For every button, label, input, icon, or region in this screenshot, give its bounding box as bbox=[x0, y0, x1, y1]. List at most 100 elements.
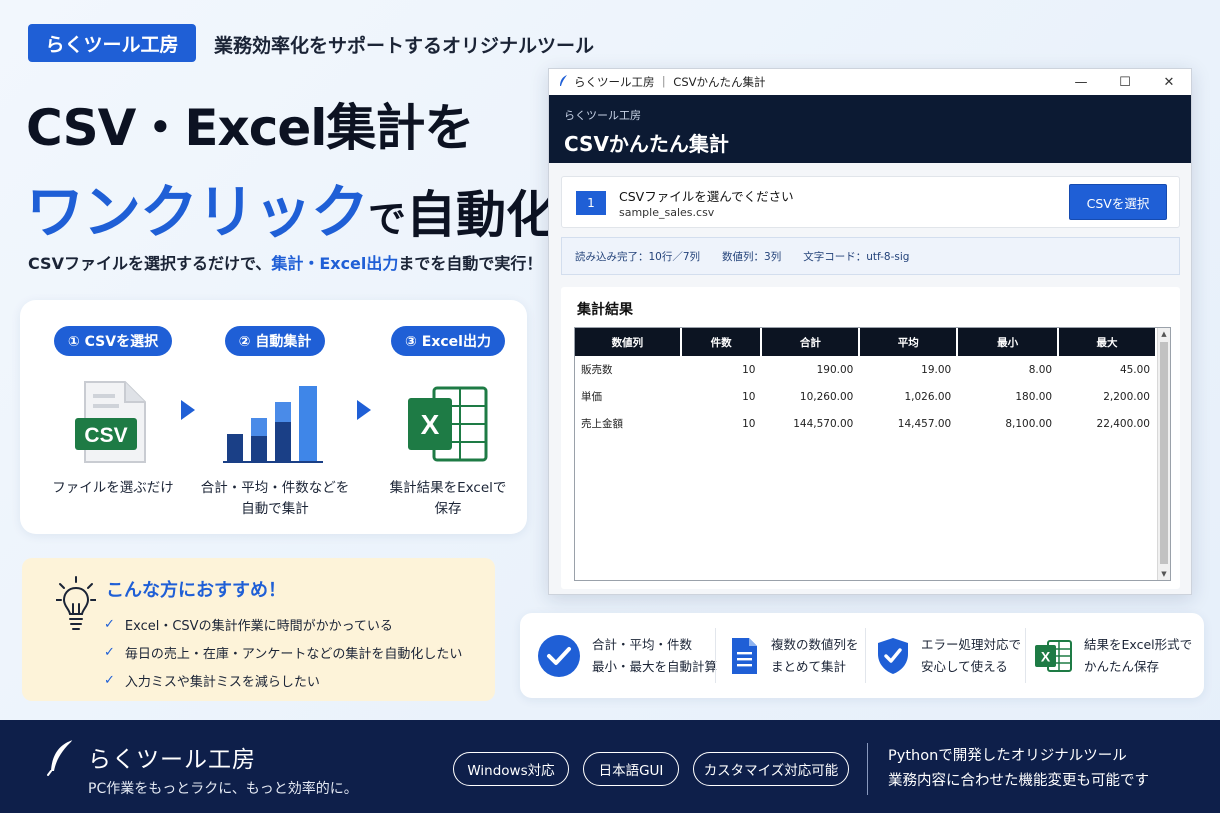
check-icon: ✓ bbox=[104, 672, 115, 688]
recommend-list: ✓ Excel・CSVの集計作業に時間がかかっている ✓ 毎日の売上・在庫・アンケー… bbox=[104, 610, 462, 694]
feature-error-handling: エラー処理対応で 安心して使える bbox=[877, 613, 1021, 698]
table-cell: 8.00 bbox=[1028, 363, 1053, 376]
table-cell: 10 bbox=[742, 390, 756, 403]
maximize-button[interactable]: ☐ bbox=[1103, 69, 1147, 95]
close-button[interactable]: ✕ bbox=[1147, 69, 1191, 95]
step-badge: ① CSVを選択 bbox=[53, 326, 173, 356]
excel-icon-text: X bbox=[421, 409, 440, 440]
footer-info: Pythonで開発したオリジナルツール 業務内容に合わせた機能変更も可能です bbox=[888, 744, 1149, 795]
footer: らくツール工房 PC作業をもっとラクに、もっと効率的に。 Windows対応 日… bbox=[0, 720, 1220, 813]
hero-highlight: ワンクリック bbox=[26, 178, 369, 246]
step-csv-select: ① CSVを選択 CSV ファイルを選ぶだけ bbox=[38, 326, 188, 499]
recommend-title: こんな方におすすめ！ bbox=[106, 580, 286, 601]
app-header: らくツール工房 CSVかんたん集計 bbox=[549, 95, 1191, 163]
column-header[interactable]: 件数 bbox=[680, 328, 763, 356]
lightbulb-icon bbox=[55, 576, 97, 636]
sub-after: までを自動で実行！ bbox=[398, 254, 543, 273]
footer-info-line: 業務内容に合わせた機能変更も可能です bbox=[888, 773, 1149, 790]
status-bar: 読み込み完了：10行／7列 数値列：3列 文字コード：utf-8-sig bbox=[561, 237, 1180, 275]
document-icon bbox=[732, 637, 757, 674]
step-arrow-icon bbox=[357, 400, 371, 420]
table-scrollbar[interactable]: ▲ ▼ bbox=[1157, 328, 1170, 580]
step-number: 1 bbox=[576, 191, 606, 215]
table-cell: 19.00 bbox=[921, 363, 952, 376]
column-header[interactable]: 数値列 bbox=[575, 328, 682, 356]
feature-divider bbox=[865, 628, 866, 683]
table-cell: 45.00 bbox=[1119, 363, 1150, 376]
footer-brand: らくツール工房 bbox=[88, 747, 256, 773]
column-header[interactable]: 最小 bbox=[957, 328, 1060, 356]
features-strip: 合計・平均・件数 最小・最大を自動計算 複数の数値列を まとめて集計 エラー処理… bbox=[520, 613, 1204, 698]
step-desc-line: 保存 bbox=[434, 500, 462, 517]
footer-info-line: Pythonで開発したオリジナルツール bbox=[888, 748, 1127, 764]
table-row[interactable]: 売上金額 10 144,570.00 14,457.00 8,100.00 22… bbox=[575, 410, 1156, 437]
result-title: 集計結果 bbox=[577, 302, 633, 318]
column-header[interactable]: 合計 bbox=[761, 328, 861, 356]
step-excel-output: ③ Excel出力 X 集計結果をExcelで 保存 bbox=[373, 326, 523, 520]
scroll-down-icon[interactable]: ▼ bbox=[1158, 568, 1170, 580]
feature-excel-save: X 結果をExcel形式で かんたん保存 bbox=[1034, 613, 1192, 698]
hero-subtitle: CSVファイルを選択するだけで、集計・Excel出力までを自動で実行！ bbox=[28, 250, 542, 274]
step-auto-aggregate: ② 自動集計 合計・平均・件数などを 自動で集計 bbox=[200, 326, 350, 520]
result-table-frame: 数値列 件数 合計 平均 最小 最大 販売数 10 190.00 19.00 8 bbox=[574, 327, 1171, 581]
app-window: らくツール工房 ｜ CSVかんたん集計 — ☐ ✕ らくツール工房 CSVかんた… bbox=[548, 68, 1192, 595]
pill-windows: Windows対応 bbox=[453, 752, 569, 786]
recommend-card: こんな方におすすめ！ ✓ Excel・CSVの集計作業に時間がかかっている ✓ 毎日… bbox=[22, 558, 495, 701]
list-item: ✓ 毎日の売上・在庫・アンケートなどの集計を自動化したい bbox=[104, 638, 462, 666]
scrollbar-thumb[interactable] bbox=[1160, 342, 1168, 564]
feature-line: エラー処理対応で bbox=[921, 637, 1022, 653]
table-cell: 単価 bbox=[581, 391, 602, 403]
result-panel: 集計結果 数値列 件数 合計 平均 最小 最大 販売数 10 190.00 19… bbox=[561, 287, 1180, 589]
check-circle-icon bbox=[538, 634, 580, 677]
table-row[interactable]: 単価 10 10,260.00 1,026.00 180.00 2,200.00 bbox=[575, 383, 1156, 410]
hero-line-2: ワンクリックで自動化 bbox=[26, 165, 556, 249]
file-select-label: CSVファイルを選んでください bbox=[619, 189, 794, 204]
status-loaded: 読み込み完了：10行／7列 bbox=[575, 250, 701, 263]
minimize-button[interactable]: — bbox=[1059, 69, 1103, 95]
feature-line: 結果をExcel形式で bbox=[1084, 637, 1193, 653]
table-cell: 180.00 bbox=[1015, 390, 1053, 403]
feature-text: 複数の数値列を まとめて集計 bbox=[771, 634, 859, 677]
status-encoding: 文字コード：utf-8-sig bbox=[803, 250, 910, 263]
table-cell: 10 bbox=[742, 417, 756, 430]
scroll-up-icon[interactable]: ▲ bbox=[1158, 328, 1170, 340]
feature-text: 合計・平均・件数 最小・最大を自動計算 bbox=[592, 634, 717, 677]
table-cell: 10 bbox=[742, 363, 756, 376]
table-cell: 8,100.00 bbox=[1005, 417, 1053, 430]
excel-icon: X bbox=[373, 372, 523, 464]
feature-line: かんたん保存 bbox=[1084, 658, 1160, 674]
footer-slogan: PC作業をもっとラクに、もっと効率的に。 bbox=[88, 781, 358, 797]
feather-icon bbox=[47, 739, 74, 776]
sub-before: CSVファイルを選択するだけで、 bbox=[28, 254, 272, 273]
feature-line: 最小・最大を自動計算 bbox=[592, 658, 718, 674]
step-desc-line: 合計・平均・件数などを bbox=[200, 480, 350, 496]
excel-icon: X bbox=[1035, 639, 1072, 672]
table-cell: 22,400.00 bbox=[1096, 417, 1150, 430]
select-csv-button[interactable]: CSVを選択 bbox=[1069, 184, 1167, 220]
column-header[interactable]: 最大 bbox=[1058, 328, 1157, 356]
table-row[interactable]: 販売数 10 190.00 19.00 8.00 45.00 bbox=[575, 356, 1156, 383]
step-badge: ③ Excel出力 bbox=[391, 326, 505, 356]
result-table: 数値列 件数 合計 平均 最小 最大 販売数 10 190.00 19.00 8 bbox=[575, 328, 1157, 437]
table-cell: 144,570.00 bbox=[793, 417, 854, 430]
step-badge: ② 自動集計 bbox=[224, 326, 326, 356]
feather-icon bbox=[559, 74, 568, 90]
feature-line: まとめて集計 bbox=[771, 658, 847, 674]
bar-chart-icon bbox=[200, 372, 350, 464]
hero-particle: で bbox=[368, 197, 407, 241]
list-item: ✓ Excel・CSVの集計作業に時間がかかっている bbox=[104, 610, 462, 638]
feature-multi-column: 複数の数値列を まとめて集計 bbox=[730, 613, 859, 698]
list-item: ✓ 入力ミスや集計ミスを減らしたい bbox=[104, 666, 462, 694]
table-cell: 販売数 bbox=[581, 364, 613, 376]
table-cell: 売上金額 bbox=[581, 418, 623, 430]
table-cell: 190.00 bbox=[816, 363, 854, 376]
table-cell: 2,200.00 bbox=[1103, 390, 1150, 403]
step-desc: 合計・平均・件数などを 自動で集計 bbox=[200, 478, 350, 520]
shield-check-icon bbox=[878, 637, 908, 674]
recommend-item-text: Excel・CSVの集計作業に時間がかかっている bbox=[124, 618, 393, 634]
feature-text: エラー処理対応で 安心して使える bbox=[921, 634, 1021, 677]
recommend-item-text: 入力ミスや集計ミスを減らしたい bbox=[124, 674, 320, 690]
table-cell: 10,260.00 bbox=[799, 390, 854, 403]
column-header[interactable]: 平均 bbox=[859, 328, 959, 356]
feature-line: 安心して使える bbox=[921, 658, 1008, 674]
